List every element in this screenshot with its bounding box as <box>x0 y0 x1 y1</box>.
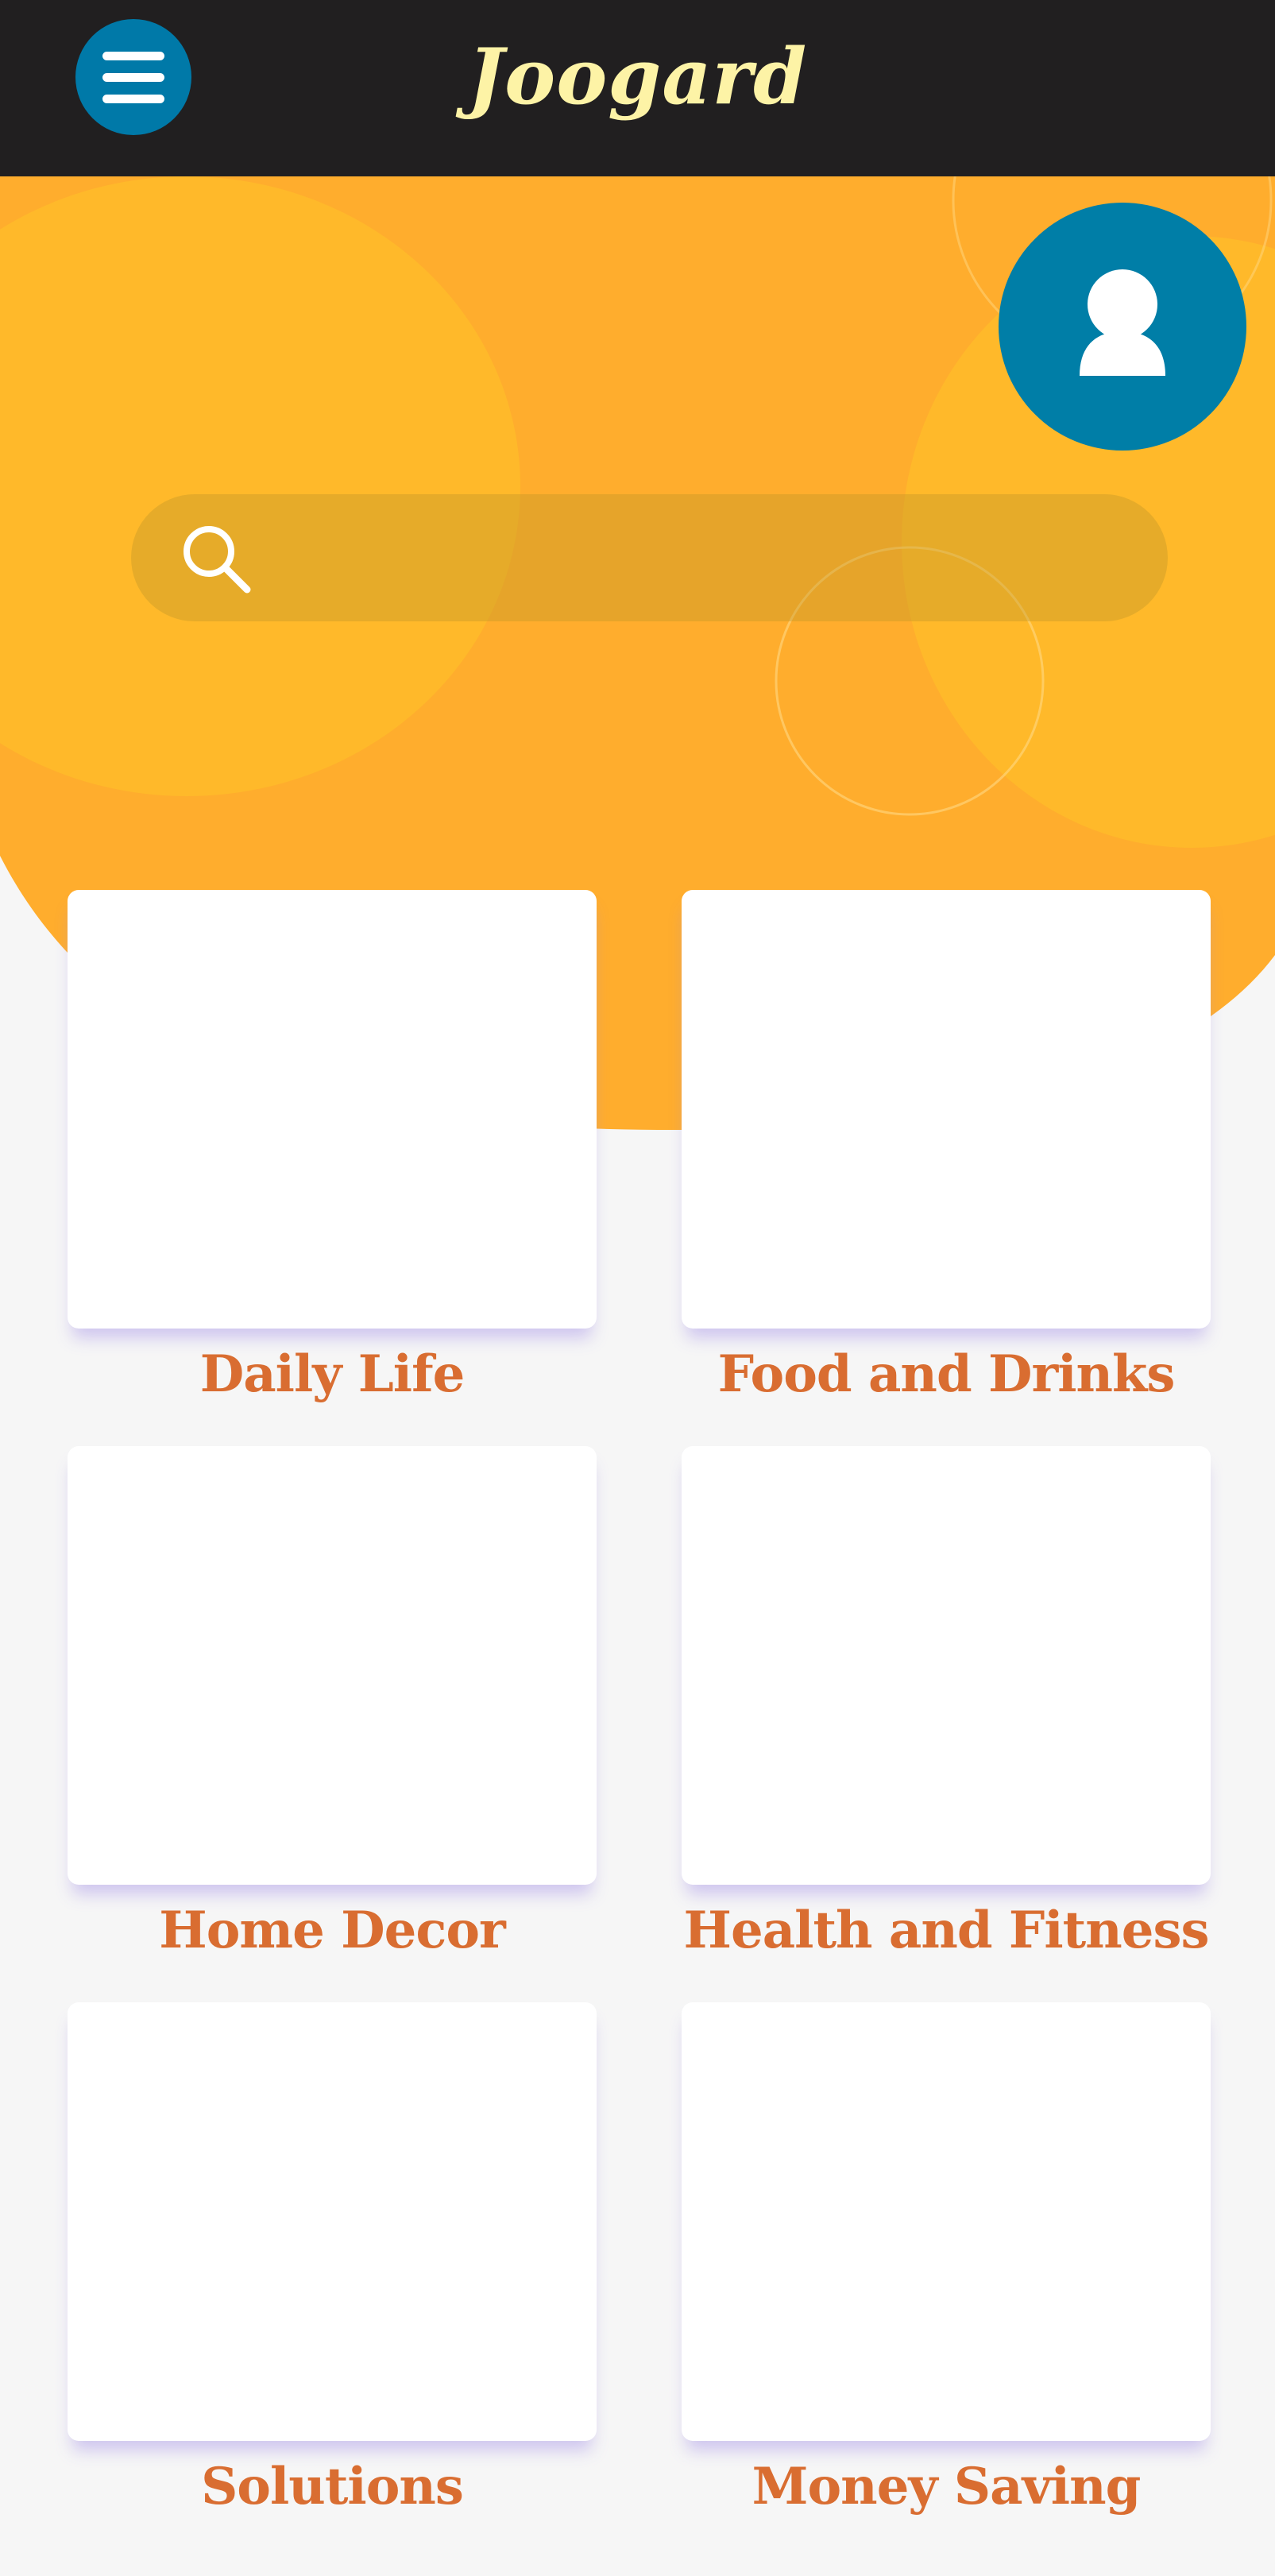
category-label-health-and-fitness[interactable]: Health and Fitness <box>682 1901 1211 1960</box>
category-card-food-and-drinks[interactable] <box>682 890 1211 1329</box>
search-bar[interactable] <box>131 494 1168 621</box>
user-avatar-icon <box>1080 269 1165 376</box>
category-label-money-saving[interactable]: Money Saving <box>682 2457 1211 2516</box>
category-card-money-saving[interactable] <box>682 2002 1211 2441</box>
brand-logo[interactable]: Joogard <box>0 32 1275 122</box>
category-card-health-and-fitness[interactable] <box>682 1446 1211 1885</box>
app-header: Joogard <box>0 0 1275 176</box>
category-label-home-decor[interactable]: Home Decor <box>68 1901 597 1960</box>
category-card-daily-life[interactable] <box>68 890 597 1329</box>
category-card-solutions[interactable] <box>68 2002 597 2441</box>
category-label-solutions[interactable]: Solutions <box>68 2457 597 2516</box>
profile-button[interactable] <box>999 203 1246 451</box>
category-card-home-decor[interactable] <box>68 1446 597 1885</box>
search-input[interactable] <box>282 518 1124 598</box>
search-icon[interactable] <box>177 520 257 599</box>
category-label-daily-life[interactable]: Daily Life <box>68 1344 597 1404</box>
category-label-food-and-drinks[interactable]: Food and Drinks <box>682 1344 1211 1404</box>
